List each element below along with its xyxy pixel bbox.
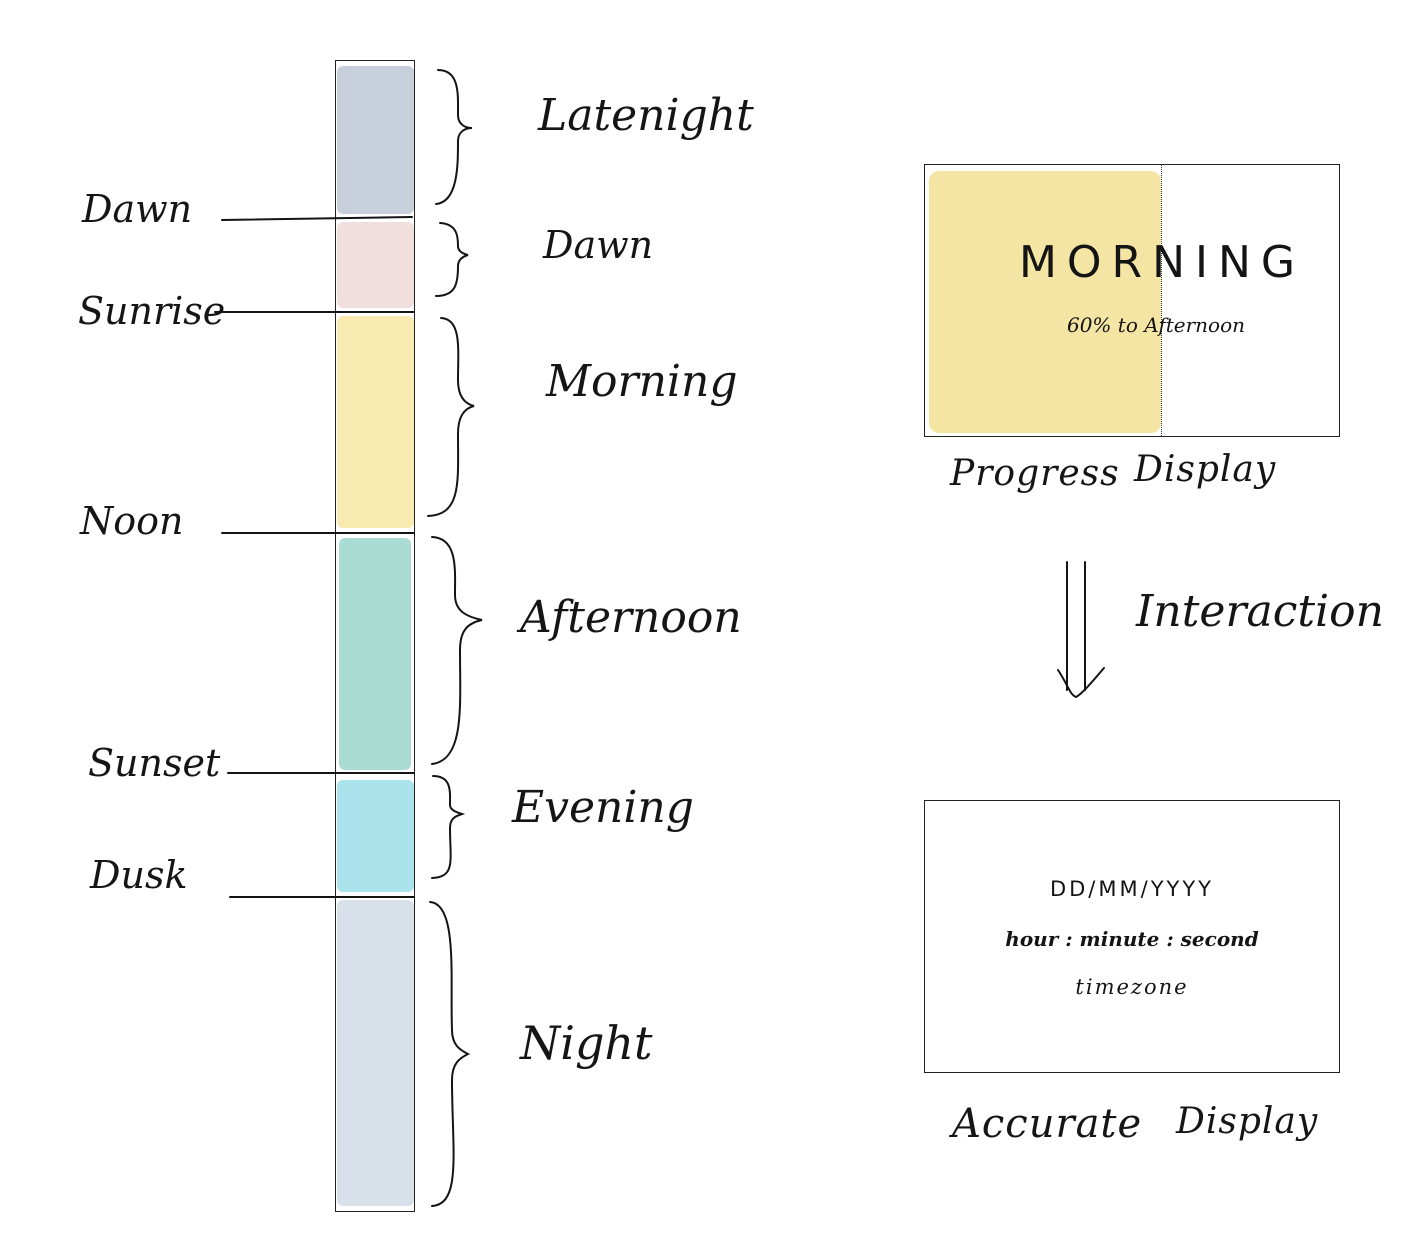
accurate-display-caption-right: Display xyxy=(1176,1101,1319,1142)
arrow-head xyxy=(1057,667,1105,699)
brace-evening xyxy=(431,775,466,879)
boundary-label-noon: Noon xyxy=(80,499,184,543)
date-format: DD/MM/YYYY xyxy=(1049,877,1215,901)
progress-marker xyxy=(1161,165,1162,436)
boundary-label-dusk: Dusk xyxy=(90,853,188,897)
boundary-line-dawn xyxy=(221,216,413,221)
progress-fill xyxy=(929,171,1161,433)
accurate-display[interactable]: DD/MM/YYYY hour : minute : second timezo… xyxy=(924,800,1340,1073)
period-label-evening: Evening xyxy=(512,782,694,833)
brace-morning xyxy=(427,317,475,517)
time-format: hour : minute : second xyxy=(1005,927,1259,951)
progress-text: 60% to Afternoon xyxy=(1066,313,1246,337)
progress-display-caption-left: Progress xyxy=(950,453,1120,494)
accurate-display-caption-left: Accurate xyxy=(952,1101,1143,1147)
boundary-label-sunrise: Sunrise xyxy=(78,289,226,333)
brace-late-night xyxy=(435,69,473,205)
period-label-afternoon: Afternoon xyxy=(520,592,742,643)
boundary-label-dawn: Dawn xyxy=(82,187,193,231)
boundary-label-sunset: Sunset xyxy=(88,741,221,785)
period-label-late-night: Latenight xyxy=(538,90,754,141)
progress-display[interactable]: MORNING 60% to Afternoon xyxy=(924,164,1340,437)
period-label-morning: Morning xyxy=(546,356,738,407)
brace-afternoon xyxy=(431,536,483,765)
timezone-label: timezone xyxy=(1075,975,1189,999)
interaction-label: Interaction xyxy=(1136,586,1384,637)
period-label-night: Night xyxy=(520,1016,653,1070)
progress-display-caption-right: Display xyxy=(1134,449,1277,490)
period-title: MORNING xyxy=(1018,237,1306,288)
period-label-dawn: Dawn xyxy=(543,223,654,267)
brace-night xyxy=(429,901,471,1207)
brace-dawn xyxy=(435,222,469,297)
